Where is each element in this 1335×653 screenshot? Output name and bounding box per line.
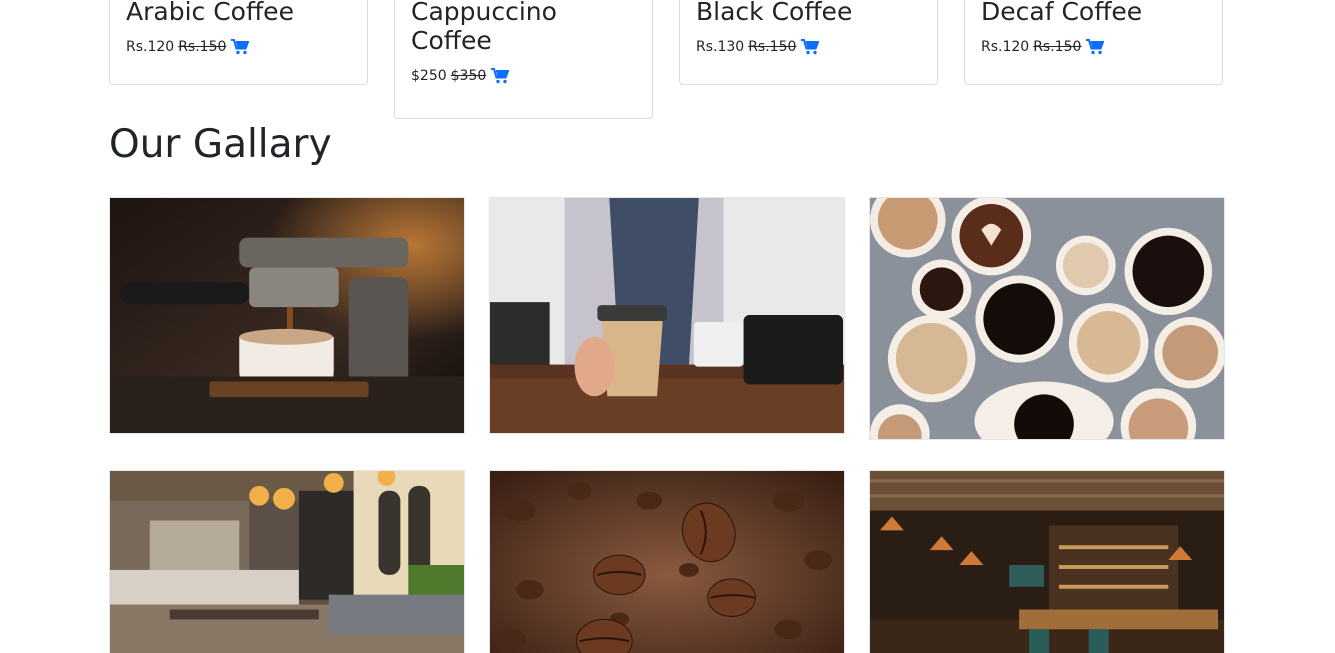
price-row: Rs.120 Rs.150 (126, 37, 351, 57)
shopping-cart-icon[interactable] (801, 39, 820, 55)
price-row: Rs.130 Rs.150 (696, 37, 921, 57)
product-price: $250 (411, 68, 447, 84)
product-card: Decaf Coffee Rs.120 Rs.150 (964, 0, 1223, 85)
product-name: Cappuccino Coffee (411, 0, 557, 55)
product-old-price: Rs.150 (178, 39, 227, 55)
coffee-beans-image[interactable] (489, 470, 845, 653)
cafe-interior-image[interactable] (109, 470, 465, 653)
product-name: Black Coffee (696, 0, 853, 26)
product-old-price: Rs.150 (748, 39, 797, 55)
product-price: Rs.120 (126, 39, 175, 55)
product-name: Decaf Coffee (981, 0, 1143, 26)
coffee-cups-overhead-image[interactable] (869, 197, 1225, 440)
product-price: Rs.130 (696, 39, 745, 55)
product-card: Black Coffee Rs.130 Rs.150 (679, 0, 938, 85)
product-card: Cappuccino Coffee $250 $350 (394, 0, 653, 119)
bar-interior-image[interactable] (869, 470, 1225, 653)
product-old-price: Rs.150 (1033, 39, 1082, 55)
product-card: Arabic Coffee Rs.120 Rs.150 (109, 0, 368, 85)
product-old-price: $350 (450, 68, 487, 84)
price-row: Rs.120 Rs.150 (981, 37, 1206, 57)
barista-takeaway-cup-image[interactable] (489, 197, 845, 434)
shopping-cart-icon[interactable] (231, 39, 250, 55)
gallery-title: Our Gallary (109, 122, 332, 167)
price-row: $250 $350 (411, 66, 636, 86)
product-price: Rs.120 (981, 39, 1030, 55)
page: Arabic Coffee Rs.120 Rs.150 Cappuccino C… (0, 0, 1335, 653)
shopping-cart-icon[interactable] (1086, 39, 1105, 55)
product-name: Arabic Coffee (126, 0, 294, 26)
espresso-machine-image[interactable] (109, 197, 465, 434)
shopping-cart-icon[interactable] (491, 68, 510, 84)
